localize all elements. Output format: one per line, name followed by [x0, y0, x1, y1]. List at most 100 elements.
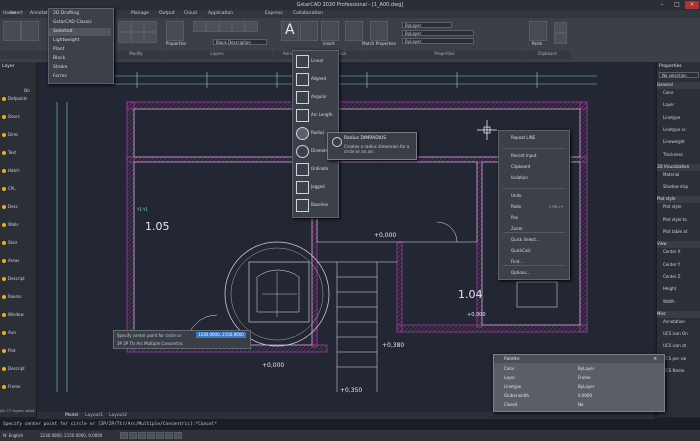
layer-row[interactable]: Areas [0, 258, 36, 268]
context-menu-item[interactable]: Pan [507, 214, 567, 222]
layer-on-icon[interactable] [2, 151, 6, 155]
palette-value[interactable]: ByLayer [578, 366, 594, 371]
layer-on-icon[interactable] [2, 277, 6, 281]
properties-section[interactable]: View [657, 241, 700, 249]
layer-row[interactable]: Hatch [0, 168, 36, 178]
property-row[interactable]: Center X [657, 249, 700, 256]
workspace-item[interactable]: Forms [49, 73, 111, 81]
property-row[interactable]: Thickness [657, 152, 700, 159]
layer-row[interactable]: Descript [0, 366, 36, 376]
layer-select[interactable]: Black Description [213, 39, 267, 45]
property-row[interactable]: Lineweight [657, 139, 700, 146]
palette-value[interactable]: Frame [578, 375, 590, 380]
dimension-item[interactable]: Arc Length [307, 111, 337, 119]
property-row[interactable]: Plot style ta [657, 217, 700, 224]
layer-row[interactable]: Walls [0, 222, 36, 232]
workspace-item[interactable]: Lightweight [49, 37, 111, 45]
layer-row[interactable]: Rooms [0, 294, 36, 304]
property-row[interactable]: Plot table at [657, 229, 700, 236]
copy-button[interactable] [118, 32, 131, 43]
layer-on-icon[interactable] [2, 223, 6, 227]
layer-row[interactable]: Dims [0, 132, 36, 142]
layer-on-icon[interactable] [2, 331, 6, 335]
properties-section[interactable]: Misc [657, 310, 700, 318]
palette-value[interactable]: 0.0000 [578, 393, 592, 398]
layer-on-icon[interactable] [2, 385, 6, 389]
minimize-icon[interactable]: – [655, 1, 669, 9]
polar-icon[interactable] [147, 432, 155, 439]
tab-insert[interactable]: Insert [10, 11, 23, 16]
workspace-item[interactable]: Plant [49, 46, 111, 54]
polyline-tool-button[interactable] [21, 21, 39, 41]
close-icon[interactable]: × [685, 1, 699, 9]
grid-icon[interactable] [129, 432, 137, 439]
layer-on-icon[interactable] [2, 349, 6, 353]
tab-model[interactable]: Model [65, 413, 79, 418]
maximize-icon[interactable]: □ [670, 1, 684, 9]
property-row[interactable]: Shadow disp [657, 184, 700, 191]
context-menu-item[interactable]: Repeat LINE [507, 134, 567, 142]
paste-button[interactable] [529, 21, 547, 41]
context-menu-item[interactable]: Options... [507, 269, 567, 277]
mirror-button[interactable] [131, 32, 144, 43]
workspace-item[interactable]: GstarCAD Classic [49, 19, 111, 27]
move-button[interactable] [118, 21, 131, 32]
properties-section[interactable]: Plot style [657, 196, 700, 204]
property-row[interactable]: Width [657, 299, 700, 306]
layer-row[interactable]: Doors [0, 114, 36, 124]
tab-manage[interactable]: Manage [131, 11, 149, 16]
properties-section[interactable]: General [657, 82, 700, 89]
property-row[interactable]: UCS icon at [657, 343, 700, 350]
workspace-item[interactable]: Block [49, 55, 111, 63]
context-menu-item[interactable]: Clipboard [507, 163, 567, 171]
create-block-button[interactable] [345, 21, 363, 41]
layer-on-button[interactable] [206, 21, 219, 32]
otrack-icon[interactable] [165, 432, 173, 439]
layer-on-icon[interactable] [2, 97, 6, 101]
property-row[interactable]: Layer [657, 102, 700, 109]
layer-on-icon[interactable] [2, 115, 6, 119]
layer-row[interactable]: Text [0, 150, 36, 160]
color-select[interactable]: ByLayer [402, 22, 452, 28]
context-menu-item[interactable]: Undo [507, 192, 567, 200]
properties-section[interactable]: 3D Visualization [657, 163, 700, 171]
layer-state-button[interactable] [193, 21, 206, 32]
dimension-item[interactable]: Aligned [307, 75, 337, 83]
tab-layout2[interactable]: Layout2 [109, 413, 127, 418]
layer-row[interactable]: Window [0, 312, 36, 322]
layer-row[interactable]: CPL [0, 186, 36, 196]
property-row[interactable]: Height [657, 286, 700, 293]
fillet-button[interactable] [144, 32, 157, 43]
dimension-tool-button[interactable] [300, 21, 318, 41]
layer-on-icon[interactable] [2, 169, 6, 173]
context-menu-item[interactable]: Isolation [507, 174, 567, 182]
tab-cloud[interactable]: Cloud [184, 11, 197, 16]
layer-row[interactable]: Plot [0, 348, 36, 358]
property-row[interactable]: Linetype sc [657, 127, 700, 134]
osnap-icon[interactable] [156, 432, 164, 439]
trim-button[interactable] [144, 21, 157, 32]
command-line[interactable]: Specify center point for circle or [3P/2… [0, 419, 700, 430]
context-menu-item[interactable]: Recent Input [507, 152, 567, 160]
dimension-item[interactable]: Angular [307, 93, 337, 101]
tab-express[interactable]: Express [265, 11, 283, 16]
selection-select[interactable]: No selection [659, 72, 699, 78]
layer-on-icon[interactable] [2, 241, 6, 245]
dimension-item[interactable]: Jogged [307, 183, 337, 191]
property-row[interactable]: Center Y [657, 262, 700, 269]
layer-on-icon[interactable] [2, 295, 6, 299]
rotate-button[interactable] [131, 21, 144, 32]
property-row[interactable]: Plot style [657, 204, 700, 211]
workspace-item[interactable]: Selected [49, 28, 111, 36]
match-properties-button[interactable] [370, 21, 388, 41]
property-row[interactable]: Linetype [657, 115, 700, 122]
context-menu-item[interactable]: QuickCalc [507, 247, 567, 255]
layer-row[interactable]: Frame [0, 384, 36, 394]
tab-collaboration[interactable]: Collaboration [293, 11, 323, 16]
layer-row[interactable]: Desc [0, 204, 36, 214]
workspace-item[interactable]: Stroke [49, 64, 111, 72]
palette-value[interactable]: ByLayer [578, 384, 594, 389]
property-row[interactable]: UCS icon On [657, 331, 700, 338]
copy-clip-button[interactable] [554, 22, 567, 33]
layer-color-button[interactable] [245, 21, 258, 32]
